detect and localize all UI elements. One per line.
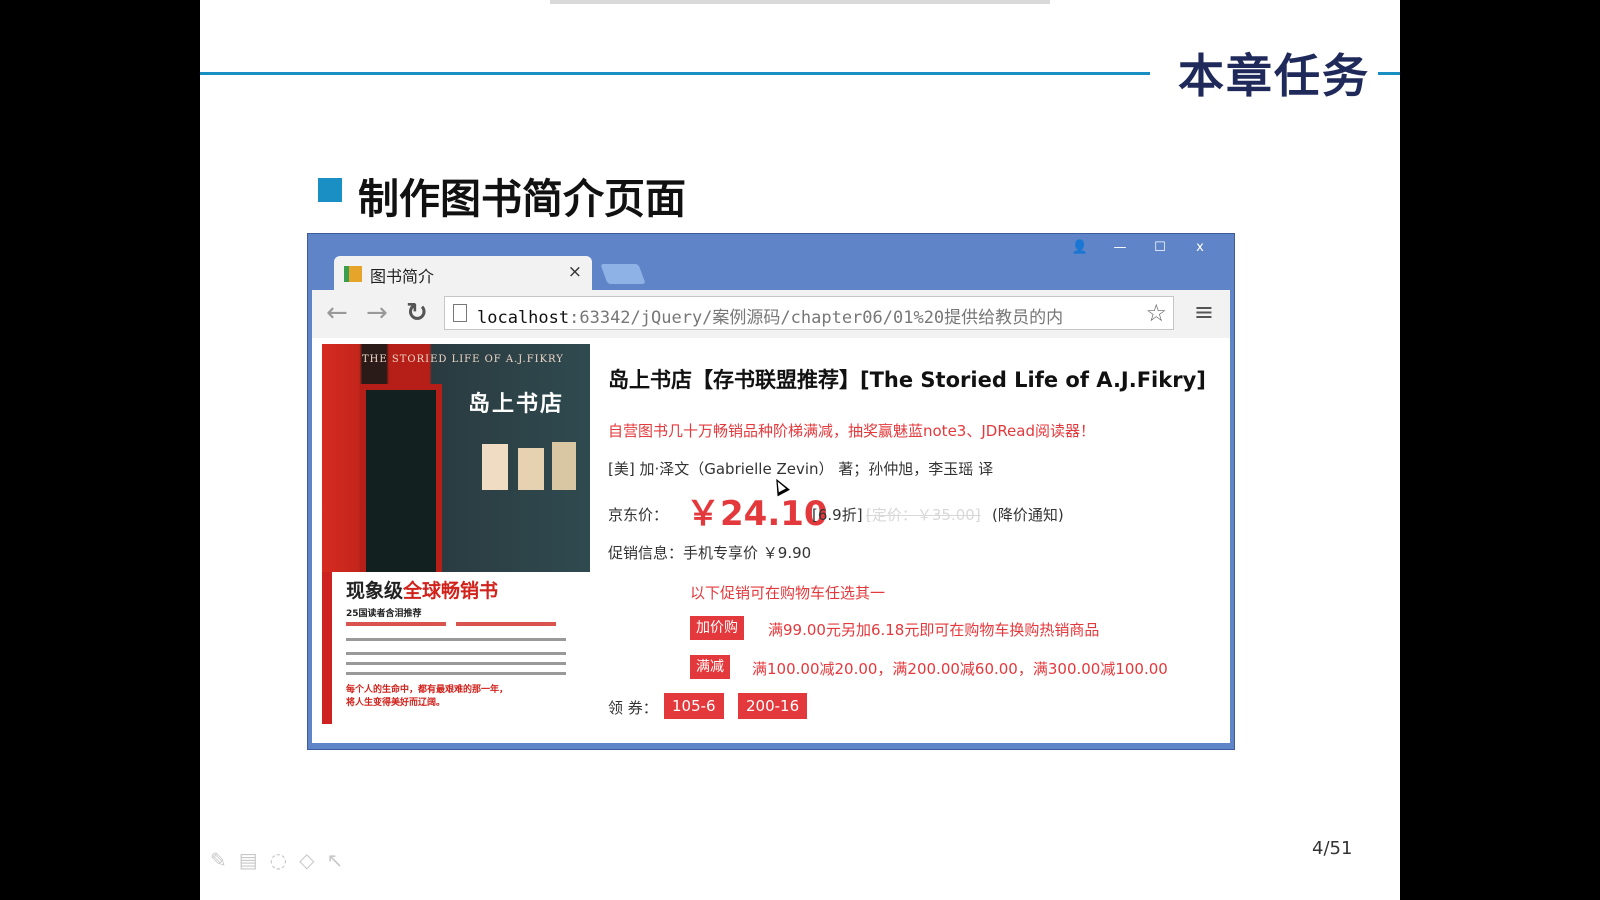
cover-window (518, 448, 544, 490)
url-path: :63342/jQuery/案例源码/chapter06/01%20提供给教员的… (569, 308, 1064, 328)
user-icon[interactable]: 👤 (1060, 238, 1100, 258)
slide: 本章任务 制作图书简介页面 👤 — ☐ x 图书简介 × ← → ↻ local… (200, 0, 1400, 900)
new-tab-button[interactable] (600, 264, 646, 284)
cover-english-title: THE STORIED LIFE OF A.J.FIKRY (362, 354, 564, 365)
slide-top-bar (550, 0, 1050, 4)
browser-toolbar: ← → ↻ localhost:63342/jQuery/案例源码/chapte… (312, 290, 1230, 338)
browser-window: 👤 — ☐ x 图书简介 × ← → ↻ localhost:63342/jQu… (307, 233, 1235, 750)
discount-label: [6.9折] (812, 506, 863, 524)
forward-arrow-icon[interactable]: → (366, 298, 388, 328)
coupon-button[interactable]: 105-6 (664, 693, 724, 719)
cover-text-line (346, 638, 566, 641)
cover-text-line (346, 662, 566, 665)
price-notify-link[interactable]: (降价通知) (992, 504, 1064, 525)
window-controls: 👤 — ☐ x (1060, 238, 1220, 258)
reload-icon[interactable]: ↻ (406, 298, 428, 328)
cover-quote-line: 将人生变得美好而辽阔。 (346, 698, 446, 708)
mouse-cursor-fill (774, 479, 786, 493)
close-window-button[interactable]: x (1180, 238, 1220, 258)
cover-red-line (346, 622, 446, 626)
page-number: 4/51 (1312, 838, 1353, 859)
menu-icon[interactable]: ≡ (1194, 298, 1214, 326)
book-favicon-icon (344, 266, 362, 282)
cover-door (360, 384, 442, 584)
square-bullet-icon (318, 178, 342, 202)
reduce-tag: 满减 (690, 655, 730, 679)
task-title: 制作图书简介页面 (358, 175, 686, 223)
cover-subline: 25国读者含泪推荐 (346, 609, 422, 619)
maximize-button[interactable]: ☐ (1140, 238, 1180, 258)
url-host: localhost (477, 308, 570, 328)
addon-promo-text[interactable]: 满99.00元另加6.18元即可在购物车换购热销商品 (768, 619, 1099, 640)
chapter-title: 本章任务 (1178, 49, 1370, 103)
back-arrow-icon[interactable]: ← (326, 298, 348, 328)
tab-close-icon[interactable]: × (568, 262, 582, 282)
list-price: [定价：￥35.00] (866, 506, 981, 524)
price-label: 京东价： (608, 506, 669, 524)
tab-title: 图书简介 (370, 267, 435, 286)
reduce-promo-text[interactable]: 满100.00减20.00，满200.00减60.00，满300.00减100.… (752, 658, 1168, 679)
book-title: 岛上书店【存书联盟推荐】[The Storied Life of A.J.Fik… (608, 368, 1206, 392)
header-rule-end (1378, 72, 1400, 75)
coupon-button[interactable]: 200-16 (738, 693, 808, 719)
cover-headline-red: 全球畅销书 (403, 580, 499, 602)
cover-quote-line: 每个人的生命中，都有最艰难的那一年， (346, 685, 509, 695)
header-rule (200, 72, 1150, 75)
cover-text-line (346, 652, 566, 655)
minimize-button[interactable]: — (1100, 238, 1140, 258)
book-details: 岛上书店【存书联盟推荐】[The Storied Life of A.J.Fik… (608, 338, 1218, 743)
cover-window (552, 442, 576, 490)
address-bar[interactable]: localhost:63342/jQuery/案例源码/chapter06/01… (444, 296, 1174, 330)
pointer-icon[interactable]: ↖ (327, 848, 344, 872)
tab-book-intro[interactable]: 图书简介 × (334, 256, 592, 290)
mobile-promo-info: 促销信息：手机专享价 ￥9.90 (608, 544, 812, 562)
promo-link[interactable]: 自营图书几十万畅销品种阶梯满减，抽奖赢魅蓝note3、JDRead阅读器！ (608, 420, 1095, 441)
coupon-label: 领 券： (608, 699, 658, 717)
price-value: ￥24.10 (686, 494, 828, 534)
page-content: THE STORIED LIFE OF A.J.FIKRY 岛上书店 现象级全球… (312, 338, 1230, 743)
promo-hint: 以下促销可在购物车任选其一 (690, 584, 886, 602)
highlighter-icon[interactable]: ▤ (239, 848, 258, 872)
cover-lower-panel: 现象级全球畅销书 25国读者含泪推荐 每个人的生命中，都有最艰难的那一年， 将人生… (322, 572, 590, 724)
bookmark-star-icon[interactable]: ☆ (1145, 299, 1167, 327)
eraser-icon[interactable]: ◌ (270, 848, 287, 872)
addon-tag: 加价购 (690, 616, 744, 640)
cover-spine-strip (322, 572, 332, 724)
cover-quote: 每个人的生命中，都有最艰难的那一年， 将人生变得美好而辽阔。 (346, 684, 508, 710)
cover-headline: 现象级全球畅销书 (346, 576, 498, 603)
cover-window (482, 444, 508, 490)
cover-text-line (346, 672, 566, 675)
author-line: [美] 加·泽文（Gabrielle Zevin） 著；孙仲旭，李玉瑶 译 (608, 460, 994, 478)
cover-chinese-title: 岛上书店 (468, 391, 565, 417)
cover-red-line (456, 622, 556, 626)
cover-headline-black: 现象级 (346, 580, 404, 602)
marker-icon[interactable]: ◇ (299, 848, 314, 872)
url-text[interactable]: localhost:63342/jQuery/案例源码/chapter06/01… (477, 303, 1063, 328)
page-icon (453, 304, 467, 322)
pen-icon[interactable]: ✎ (210, 848, 227, 872)
book-cover-image[interactable]: THE STORIED LIFE OF A.J.FIKRY 岛上书店 现象级全球… (322, 344, 590, 724)
presentation-pen-tools: ✎ ▤ ◌ ◇ ↖ (210, 848, 343, 872)
